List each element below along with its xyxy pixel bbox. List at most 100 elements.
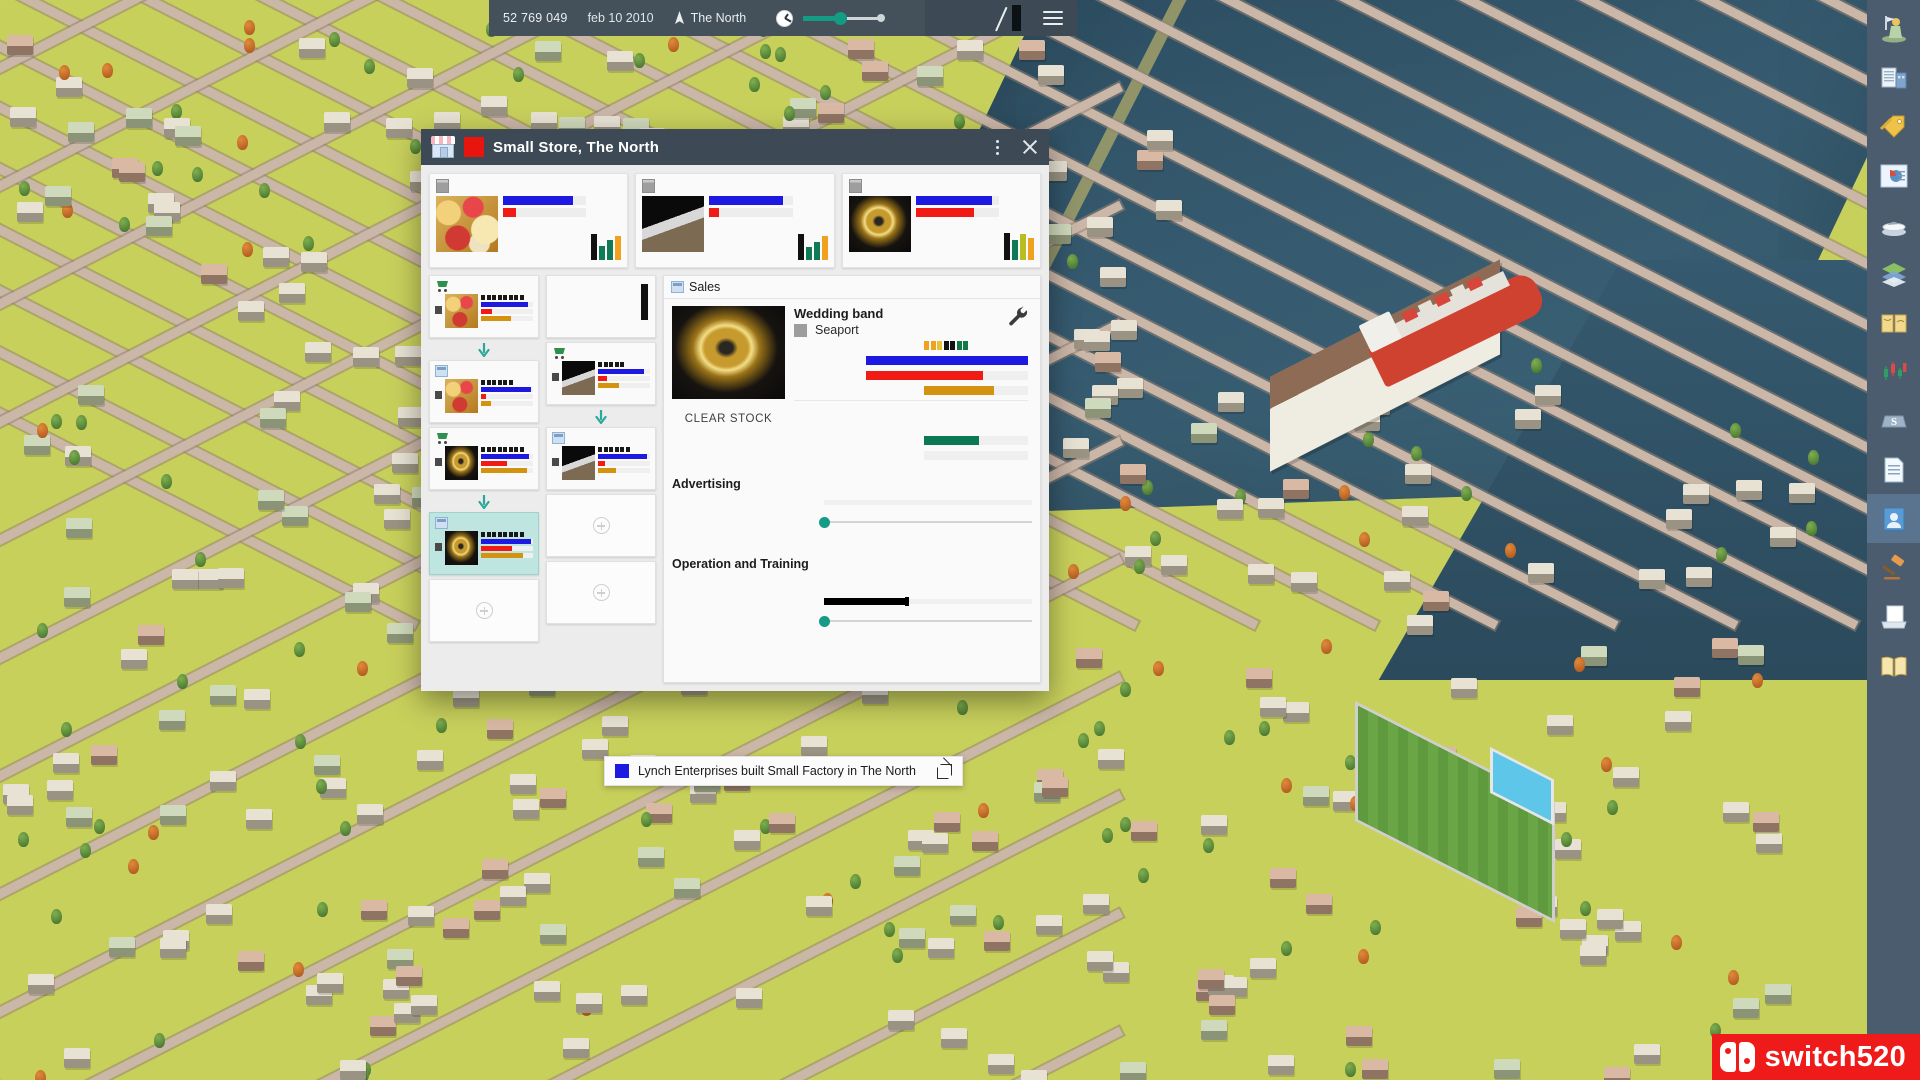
department-bars: [481, 294, 533, 328]
map-building: [172, 569, 199, 590]
sidebar-item-auction[interactable]: [1867, 543, 1920, 592]
department-card[interactable]: [429, 360, 539, 423]
speed-slider[interactable]: [803, 11, 886, 25]
hamburger-menu-icon[interactable]: [1043, 11, 1063, 25]
sidebar-item-products[interactable]: [1867, 102, 1920, 151]
product-card-row: [429, 173, 1041, 268]
map-building: [125, 107, 152, 128]
sidebar-item-mail[interactable]: [1867, 592, 1920, 641]
map-building: [109, 936, 136, 957]
map-building: [1130, 820, 1157, 841]
map-building: [395, 346, 422, 367]
map-building: [1753, 811, 1780, 832]
operation-title: Operation and Training: [672, 557, 809, 571]
sidebar-item-layers[interactable]: [1867, 249, 1920, 298]
map-building: [1674, 677, 1701, 698]
window-titlebar[interactable]: Small Store, The North: [421, 129, 1049, 165]
sidebar-item-terrain[interactable]: [1867, 200, 1920, 249]
map-tree: [328, 32, 340, 48]
map-tree: [1345, 1061, 1357, 1077]
product-card[interactable]: [841, 173, 1041, 268]
departments-and-detail: Sales CLEAR STOCK Wedding band Seaport A…: [429, 275, 1041, 683]
mini-graph-icon[interactable]: [993, 5, 1027, 32]
map-building: [1303, 785, 1330, 806]
sidebar-item-companies[interactable]: [1867, 53, 1920, 102]
training-level-slider[interactable]: [819, 613, 1032, 629]
map-tree: [148, 825, 160, 841]
map-tree: [357, 660, 369, 676]
supply-bar: [481, 302, 533, 307]
map-building: [1200, 1019, 1227, 1040]
close-icon[interactable]: [1017, 134, 1043, 160]
map-building: [1084, 398, 1111, 419]
sidebar-item-atlas[interactable]: [1867, 298, 1920, 347]
map-building: [513, 798, 540, 819]
operation-rows: [672, 573, 1032, 630]
map-building: [1559, 918, 1586, 939]
department-product-thumbnail: [445, 446, 478, 480]
demand-bar: [866, 371, 1028, 380]
detail-panel-title: Sales: [689, 280, 721, 294]
department-card[interactable]: [429, 427, 539, 490]
map-building: [237, 951, 264, 972]
product-card[interactable]: [429, 173, 629, 268]
department-card[interactable]: [546, 427, 656, 490]
sidebar-item-market[interactable]: [1867, 347, 1920, 396]
map-tree: [1600, 757, 1612, 773]
department-card[interactable]: [429, 275, 539, 338]
form-row: [672, 512, 1032, 531]
game-speed-control[interactable]: [776, 9, 886, 27]
store-window[interactable]: Small Store, The North Sales CLEAR STOCK…: [421, 129, 1049, 691]
documents-buildings-icon: [1879, 63, 1909, 93]
department-body: [552, 361, 650, 395]
add-department-button[interactable]: [429, 579, 539, 642]
sidebar-item-contracts[interactable]: [1867, 445, 1920, 494]
department-card[interactable]: [429, 512, 539, 575]
detail-location-row: Seaport: [794, 323, 1028, 337]
sidebar-item-profile[interactable]: [1867, 494, 1920, 543]
map-building: [417, 749, 444, 770]
map-building: [356, 803, 383, 824]
map-tree: [1203, 838, 1215, 853]
map-building: [1094, 352, 1121, 373]
game-date[interactable]: feb 10 2010: [578, 0, 664, 36]
detail-location: Seaport: [815, 323, 859, 337]
clock-icon[interactable]: [776, 9, 794, 27]
sidebar-item-people[interactable]: [1867, 4, 1920, 53]
map-tree: [1067, 563, 1079, 579]
department-card[interactable]: [546, 342, 656, 405]
add-department-button[interactable]: [546, 561, 656, 624]
department-body: [435, 294, 533, 328]
monthly-cost-slider[interactable]: [819, 514, 1032, 530]
map-building: [443, 917, 470, 938]
notification-toast[interactable]: Lynch Enterprises built Small Factory in…: [604, 756, 963, 786]
stat-row: [794, 448, 1028, 463]
map-tree: [884, 921, 896, 937]
demand-bar: [481, 461, 533, 466]
map-tree: [58, 65, 70, 81]
sidebar-item-finance[interactable]: S: [1867, 396, 1920, 445]
map-building: [64, 587, 91, 608]
wrench-icon[interactable]: [1008, 306, 1030, 328]
map-building: [899, 928, 926, 949]
map-building: [534, 980, 561, 1001]
cash-balance[interactable]: 52 769 049: [489, 0, 578, 36]
add-department-button[interactable]: [546, 494, 656, 557]
current-region[interactable]: The North: [664, 0, 757, 36]
clear-stock-button[interactable]: CLEAR STOCK: [672, 399, 785, 429]
map-building: [1098, 749, 1125, 770]
map-tree: [93, 818, 105, 834]
kebab-menu-icon[interactable]: [986, 134, 1008, 160]
department-slot: [429, 512, 539, 575]
quality-ticks: [598, 362, 650, 367]
open-book-map-icon: [1879, 308, 1909, 338]
watermark: switch520: [1711, 1034, 1920, 1080]
external-link-icon[interactable]: [937, 756, 952, 779]
sidebar-item-reports[interactable]: [1867, 151, 1920, 200]
map-building: [1764, 984, 1791, 1005]
map-building: [386, 118, 413, 139]
sidebar-item-manual[interactable]: [1867, 641, 1920, 690]
department-card-accounting[interactable]: [546, 275, 656, 338]
sales-detail-panel[interactable]: Sales CLEAR STOCK Wedding band Seaport A…: [663, 275, 1041, 683]
product-card[interactable]: [635, 173, 835, 268]
